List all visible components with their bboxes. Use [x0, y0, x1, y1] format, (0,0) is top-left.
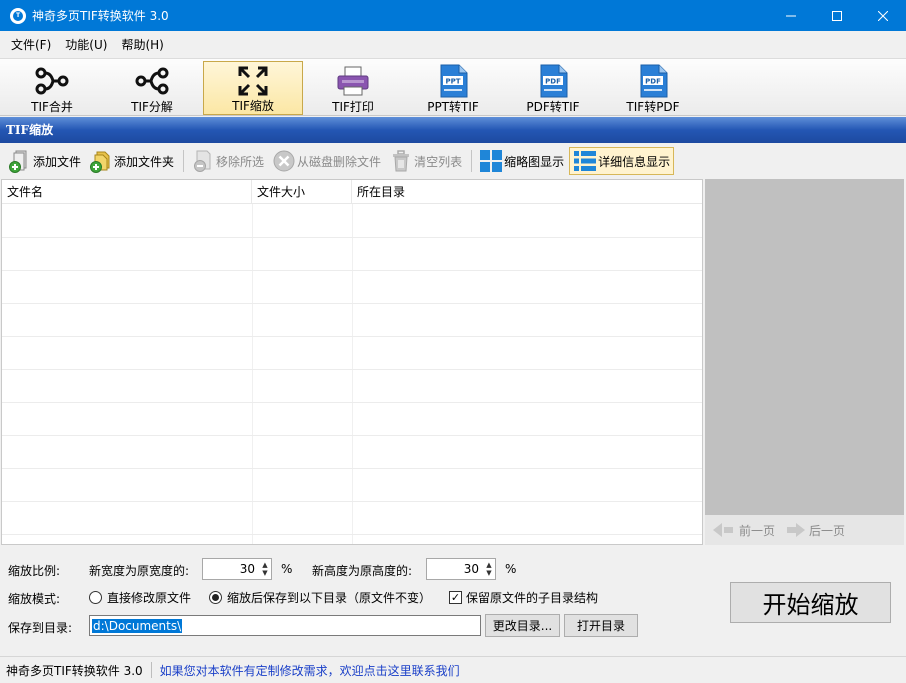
row-gridline	[2, 336, 702, 337]
open-dir-button[interactable]: 打开目录	[564, 614, 638, 637]
save-path-input[interactable]: d:\Documents\	[89, 615, 481, 636]
row-gridline	[2, 501, 702, 502]
trash-icon	[389, 149, 413, 173]
pdf-file-icon: PDF	[535, 63, 571, 98]
tif-merge-button[interactable]: TIF合并	[2, 61, 102, 115]
svg-text:PDF: PDF	[645, 77, 661, 85]
next-page-button[interactable]: 后一页	[787, 522, 845, 539]
contact-link[interactable]: 如果您对本软件有定制修改需求，欢迎点击这里联系我们	[160, 662, 460, 679]
menu-help[interactable]: 帮助(H)	[114, 36, 170, 53]
percent-label: %	[505, 562, 517, 576]
column-header-filesize[interactable]: 文件大小	[252, 180, 352, 203]
add-folder-button[interactable]: 添加文件夹	[86, 147, 177, 175]
row-gridline	[2, 303, 702, 304]
status-bar: 神奇多页TIF转换软件 3.0 如果您对本软件有定制修改需求，欢迎点击这里联系我…	[0, 656, 906, 683]
stepper-arrows-icon[interactable]: ▲ ▼	[483, 561, 495, 577]
window-title: 神奇多页TIF转换软件 3.0	[32, 9, 169, 23]
scale-label: 缩放比例:	[8, 564, 61, 578]
toolbar-separator	[471, 150, 473, 172]
svg-text:PPT: PPT	[445, 77, 460, 85]
delete-from-disk-button[interactable]: 从磁盘删除文件	[269, 147, 384, 175]
tif-to-pdf-button[interactable]: PDF TIF转PDF	[603, 61, 703, 115]
row-gridline	[2, 270, 702, 271]
close-icon	[878, 10, 888, 21]
checkmark-icon: ✓	[449, 591, 462, 604]
app-logo-icon: T	[10, 7, 26, 24]
minimize-icon	[786, 15, 796, 16]
column-header-filename[interactable]: 文件名	[2, 180, 252, 203]
tif-split-button[interactable]: TIF分解	[102, 61, 202, 115]
menu-file[interactable]: 文件(F)	[4, 36, 58, 53]
width-ratio-stepper[interactable]: 30 ▲ ▼	[202, 558, 272, 580]
split-icon	[134, 63, 170, 98]
ppt-to-tif-button[interactable]: PPT PPT转TIF	[403, 61, 503, 115]
add-file-button[interactable]: 添加文件	[5, 147, 84, 175]
thumbnail-view-button[interactable]: 缩略图显示	[476, 147, 567, 175]
options-panel: 缩放比例: 新宽度为原宽度的: 30 ▲ ▼ % 新高度为原高度的: 30 ▲ ▼ …	[0, 546, 906, 656]
ppt-file-icon: PPT	[435, 63, 471, 98]
printer-icon	[335, 63, 371, 98]
row-gridline	[2, 468, 702, 469]
preview-pager: 前一页 后一页	[705, 515, 904, 545]
mode-save-radio[interactable]: 缩放后保存到以下目录（原文件不变）	[209, 589, 431, 606]
section-title: TIF缩放	[0, 117, 906, 143]
row-gridline	[2, 237, 702, 238]
file-list[interactable]: 文件名 文件大小 所在目录	[1, 179, 703, 545]
list-view-icon	[573, 149, 597, 173]
svg-text:PDF: PDF	[545, 77, 561, 85]
start-resize-button[interactable]: 开始缩放	[730, 582, 891, 623]
file-toolbar: 添加文件 添加文件夹 移除所选 从磁盘删除文件 清空列表 缩略图显示 详细信息显…	[0, 144, 906, 178]
change-dir-button[interactable]: 更改目录...	[485, 614, 560, 637]
add-folder-icon	[89, 149, 113, 173]
tif-resize-button[interactable]: TIF缩放	[203, 61, 303, 115]
keep-structure-checkbox[interactable]: ✓ 保留原文件的子目录结构	[449, 589, 598, 606]
row-gridline	[2, 435, 702, 436]
resize-icon	[235, 64, 271, 97]
pdf-to-tif-button[interactable]: PDF PDF转TIF	[503, 61, 603, 115]
remove-selected-button[interactable]: 移除所选	[188, 147, 267, 175]
maximize-button[interactable]	[814, 0, 860, 31]
maximize-icon	[832, 10, 842, 21]
column-header-directory[interactable]: 所在目录	[352, 180, 702, 203]
detail-view-button[interactable]: 详细信息显示	[569, 147, 675, 175]
save-dir-label: 保存到目录:	[8, 621, 73, 635]
delete-icon	[272, 149, 296, 173]
height-ratio-stepper[interactable]: 30 ▲ ▼	[426, 558, 496, 580]
main-toolbar: TIF合并 TIF分解 TIF缩放 TIF打印 PPT PPT转TIF PDF …	[0, 58, 906, 116]
mode-direct-radio[interactable]: 直接修改原文件	[89, 589, 191, 606]
row-gridline	[2, 534, 702, 535]
menu-bar: 文件(F) 功能(U) 帮助(H)	[0, 31, 906, 58]
title-bar: T 神奇多页TIF转换软件 3.0	[0, 0, 906, 31]
menu-function[interactable]: 功能(U)	[58, 36, 114, 53]
column-divider	[352, 204, 353, 544]
column-divider	[252, 204, 253, 544]
preview-panel	[705, 179, 904, 515]
grid-view-icon	[479, 149, 503, 173]
prev-page-button[interactable]: 前一页	[713, 522, 775, 539]
status-version: 神奇多页TIF转换软件 3.0	[6, 663, 143, 678]
width-ratio-label: 新宽度为原宽度的:	[89, 564, 190, 578]
arrow-right-icon	[796, 523, 806, 537]
percent-label: %	[281, 562, 293, 576]
pdf-file-icon: PDF	[635, 63, 671, 98]
row-gridline	[2, 402, 702, 403]
minimize-button[interactable]	[768, 0, 814, 31]
toolbar-separator	[183, 150, 185, 172]
add-file-icon	[8, 149, 32, 173]
row-gridline	[2, 369, 702, 370]
remove-file-icon	[191, 149, 215, 173]
close-button[interactable]	[860, 0, 906, 31]
merge-icon	[34, 63, 70, 98]
height-ratio-label: 新高度为原高度的:	[312, 564, 413, 578]
file-list-header: 文件名 文件大小 所在目录	[2, 180, 702, 204]
mode-label: 缩放模式:	[8, 592, 61, 606]
tif-print-button[interactable]: TIF打印	[303, 61, 403, 115]
stepper-arrows-icon[interactable]: ▲ ▼	[259, 561, 271, 577]
clear-list-button[interactable]: 清空列表	[386, 147, 465, 175]
arrow-left-icon	[713, 523, 722, 537]
